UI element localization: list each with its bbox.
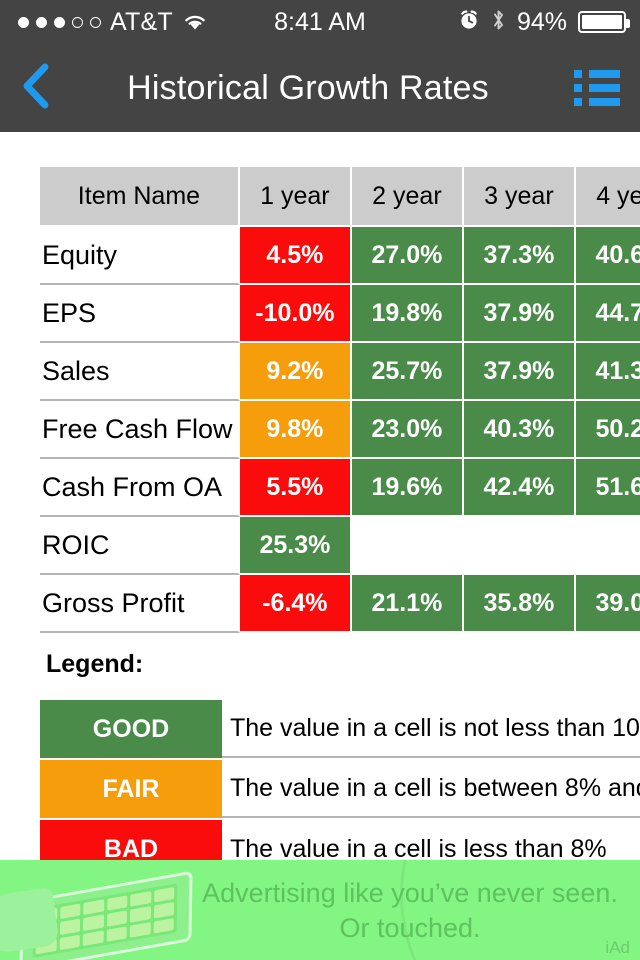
cell-value: -10.0% (239, 285, 352, 343)
legend-item-fair: FAIR The value in a cell is between 8% a… (40, 760, 640, 818)
growth-rates-table: Item Name 1 year 2 year 3 year 4 year 5 … (40, 167, 640, 633)
alarm-clock-icon (458, 9, 480, 36)
table-row[interactable]: EPS -10.0% 19.8% 37.9% 44.7% (40, 285, 640, 343)
cell-value: 41.3% (575, 343, 640, 401)
ad-text: Advertising like you’ve never seen. Or t… (200, 876, 620, 945)
cell-value: 35.8% (463, 575, 576, 633)
table-row[interactable]: Sales 9.2% 25.7% 37.9% 41.3% (40, 343, 640, 401)
cell-value: 51.6% (575, 459, 640, 517)
signal-strength-icon (18, 16, 101, 28)
cell-value: 37.9% (463, 285, 576, 343)
cell-value: 44.7% (575, 285, 640, 343)
row-label: Gross Profit (40, 575, 240, 633)
cell-value: 25.7% (351, 343, 464, 401)
table-row[interactable]: Equity 4.5% 27.0% 37.3% 40.6% (40, 227, 640, 285)
status-bar-right: 94% (458, 8, 640, 37)
cell-value: 21.1% (351, 575, 464, 633)
legend-chip-label: FAIR (40, 760, 222, 818)
legend-description: The value in a cell is between 8% and 10… (222, 760, 640, 818)
row-label: Cash From OA (40, 459, 240, 517)
battery-percent-label: 94% (516, 7, 567, 36)
cell-value: 19.8% (351, 285, 464, 343)
table-row[interactable]: Gross Profit -6.4% 21.1% 35.8% 39.0% (40, 575, 640, 633)
status-bar: AT&T 8:41 AM 94% (0, 0, 640, 44)
cell-value (351, 517, 464, 575)
column-header-1-year[interactable]: 1 year (239, 167, 352, 225)
ad-headline-line1: Advertising like you’ve never seen. (202, 878, 618, 908)
cell-value: 40.3% (463, 401, 576, 459)
navigation-bar: Historical Growth Rates (0, 44, 640, 132)
cell-value (575, 517, 640, 575)
cell-value: -6.4% (239, 575, 352, 633)
cell-value: 37.3% (463, 227, 576, 285)
cell-value: 9.2% (239, 343, 352, 401)
table-row[interactable]: ROIC 25.3% (40, 517, 640, 575)
legend-description: The value in a cell is not less than 10% (222, 700, 640, 758)
row-label: ROIC (40, 517, 240, 575)
column-header-item-name[interactable]: Item Name (40, 167, 240, 225)
cell-value: 9.8% (239, 401, 352, 459)
legend-chip-label: GOOD (40, 700, 222, 758)
column-header-3-year[interactable]: 3 year (463, 167, 576, 225)
battery-icon (578, 11, 630, 33)
menu-button[interactable] (554, 44, 640, 132)
cell-value: 27.0% (351, 227, 464, 285)
legend-title: Legend: (46, 650, 144, 678)
legend-list: GOOD The value in a cell is not less tha… (40, 700, 640, 880)
ipad-illustration-icon (0, 870, 212, 960)
row-label: Sales (40, 343, 240, 401)
cell-value: 19.6% (351, 459, 464, 517)
table-row[interactable]: Cash From OA 5.5% 19.6% 42.4% 51.6% (40, 459, 640, 517)
table-header: Item Name 1 year 2 year 3 year 4 year 5 … (40, 167, 640, 227)
growth-rates-table-container[interactable]: Item Name 1 year 2 year 3 year 4 year 5 … (40, 167, 640, 633)
cell-value: 4.5% (239, 227, 352, 285)
chevron-left-icon (21, 62, 51, 115)
status-bar-left: AT&T (0, 7, 208, 36)
page-title: Historical Growth Rates (127, 68, 489, 107)
cell-value: 25.3% (239, 517, 352, 575)
carrier-label: AT&T (110, 7, 173, 36)
row-label: Equity (40, 227, 240, 285)
table-row[interactable]: Free Cash Flow 9.8% 23.0% 40.3% 50.2% (40, 401, 640, 459)
column-header-4-year[interactable]: 4 year (575, 167, 640, 225)
cell-value: 50.2% (575, 401, 640, 459)
legend-item-good: GOOD The value in a cell is not less tha… (40, 700, 640, 758)
list-menu-icon (574, 70, 620, 106)
cell-value (463, 517, 576, 575)
cell-value: 23.0% (351, 401, 464, 459)
table-body: Equity 4.5% 27.0% 37.3% 40.6% EPS -10.0%… (40, 227, 640, 633)
column-header-2-year[interactable]: 2 year (351, 167, 464, 225)
cell-value: 40.6% (575, 227, 640, 285)
cell-value: 39.0% (575, 575, 640, 633)
row-label: Free Cash Flow (40, 401, 240, 459)
app-root: AT&T 8:41 AM 94% Historical Growth Rates… (0, 0, 640, 960)
table-header-row: Item Name 1 year 2 year 3 year 4 year 5 … (40, 167, 640, 225)
ad-banner[interactable]: Advertising like you’ve never seen. Or t… (0, 860, 640, 960)
cell-value: 42.4% (463, 459, 576, 517)
cell-value: 5.5% (239, 459, 352, 517)
ad-headline-line2: Or touched. (339, 912, 481, 943)
row-label: EPS (40, 285, 240, 343)
wifi-icon (182, 12, 208, 32)
bluetooth-icon (491, 8, 506, 37)
cell-value: 37.9% (463, 343, 576, 401)
iad-badge: iAd (605, 938, 630, 957)
